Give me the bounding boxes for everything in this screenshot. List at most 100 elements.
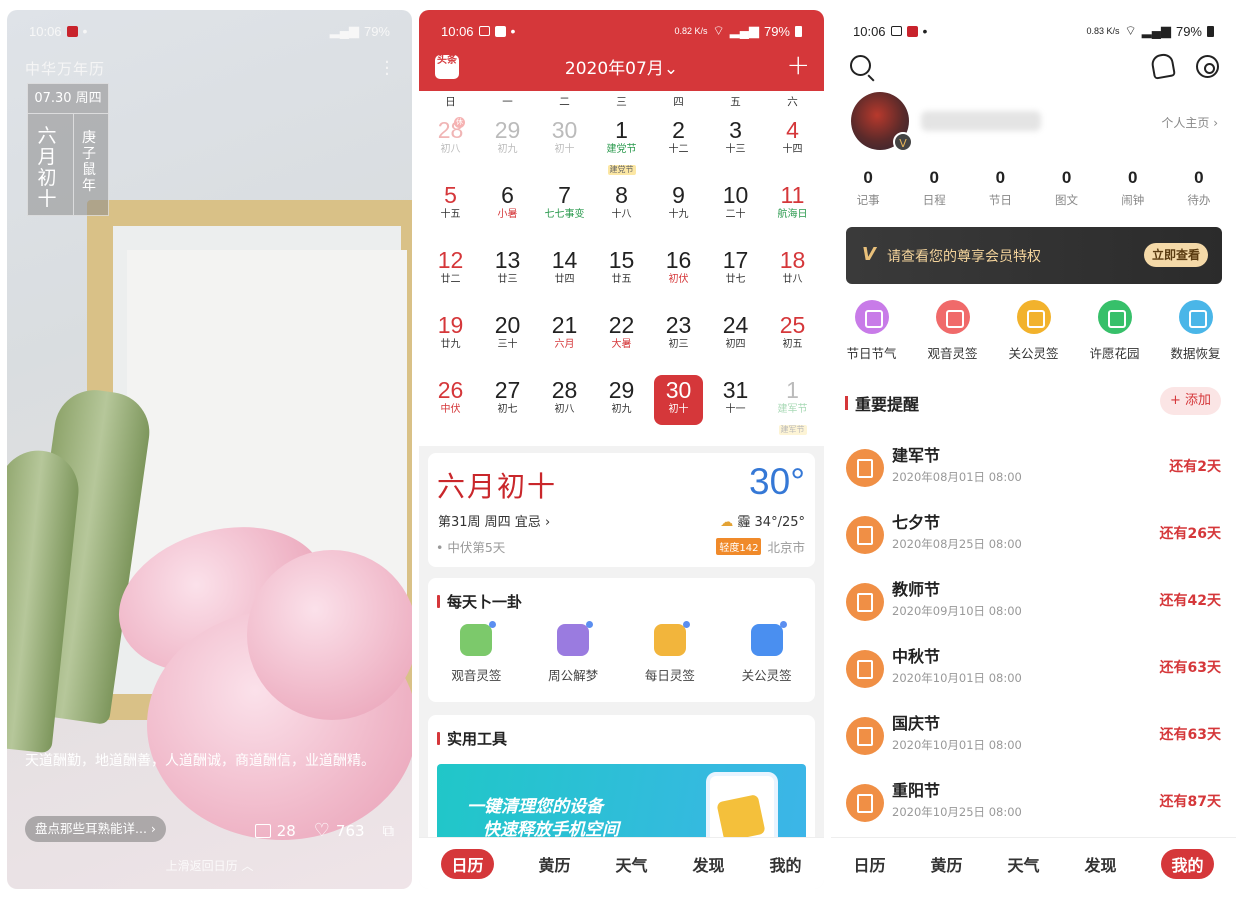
calendar-day[interactable]: 休 28 初八	[422, 113, 479, 178]
date-widget[interactable]: 07.30 周四 六月初十 庚子鼠年	[27, 83, 109, 216]
calendar-day[interactable]: 10 二十	[707, 178, 764, 243]
calendar-day[interactable]: 17 廿七	[707, 243, 764, 308]
calendar-day[interactable]: 25 初五	[764, 308, 821, 373]
notification-dot-icon: •	[82, 23, 88, 39]
calendar-day[interactable]: 28 初八	[536, 373, 593, 438]
comment-button[interactable]: 28	[254, 822, 296, 840]
week-line[interactable]: 第31周 周四 宜忌 ›	[438, 511, 550, 530]
city-name: 北京市	[767, 540, 805, 555]
reminder-name: 七夕节	[892, 513, 941, 532]
divination-item[interactable]: 关公灵签	[727, 621, 807, 684]
vip-view-button[interactable]: 立即查看	[1143, 243, 1208, 267]
divination-item[interactable]: 周公解梦	[533, 621, 613, 684]
profile-home-link[interactable]: 个人主页 ›	[1161, 114, 1218, 131]
tab-3[interactable]: 发现	[692, 852, 724, 876]
calendar-day[interactable]: 2 十二	[650, 113, 707, 178]
calendar-day[interactable]: 11 航海日	[764, 178, 821, 243]
reminder-item[interactable]: 教师节 2020年09月10日 08:00 还有42天	[831, 570, 1236, 637]
reminder-item[interactable]: 中秋节 2020年10月01日 08:00 还有63天	[831, 637, 1236, 704]
calendar-day[interactable]: 24 初四	[707, 308, 764, 373]
divination-item[interactable]: 观音灵签	[436, 621, 516, 684]
calendar-day[interactable]: 20 三十	[479, 308, 536, 373]
search-icon[interactable]	[850, 55, 871, 76]
feature-item[interactable]: 节日节气	[834, 300, 910, 362]
feature-label: 关公灵签	[1008, 346, 1059, 361]
calendar-day[interactable]: 30 初十	[650, 373, 707, 438]
tab-2[interactable]: 天气	[1007, 852, 1039, 876]
like-button[interactable]: ♡ 763	[314, 820, 365, 841]
more-menu-icon[interactable]: · · ·	[384, 54, 390, 84]
calendar-day[interactable]: 22 大暑	[593, 308, 650, 373]
tab-1[interactable]: 黄历	[538, 852, 570, 876]
calendar-day[interactable]: 8 十八	[593, 178, 650, 243]
tab-1[interactable]: 黄历	[930, 852, 962, 876]
calendar-day[interactable]: 16 初伏	[650, 243, 707, 308]
reminder-item[interactable]: 建军节 2020年08月01日 08:00 还有2天	[831, 436, 1236, 503]
calendar-day[interactable]: 31 十一	[707, 373, 764, 438]
feature-item[interactable]: 许愿花园	[1077, 300, 1153, 362]
calendar-day[interactable]: 5 十五	[422, 178, 479, 243]
calendar-day[interactable]: 30 初十	[536, 113, 593, 178]
festival-tag: 建军节	[764, 417, 821, 436]
tab-4[interactable]: 我的	[1161, 848, 1214, 879]
holiday-badge: 休	[454, 117, 465, 128]
add-reminder-button[interactable]: + 添加	[1159, 387, 1221, 415]
feature-item[interactable]: 关公灵签	[996, 300, 1072, 362]
calendar-day[interactable]: 23 初三	[650, 308, 707, 373]
vip-text: 请查看您的尊享会员特权	[887, 249, 1041, 265]
stat-item[interactable]: 0 记事	[838, 168, 898, 208]
calendar-day[interactable]: 9 十九	[650, 178, 707, 243]
aqi-badge: 轻度142	[716, 538, 762, 555]
tab-0[interactable]: 日历	[441, 848, 494, 879]
calendar-day[interactable]: 14 廿四	[536, 243, 593, 308]
calendar-day[interactable]: 3 十三	[707, 113, 764, 178]
calendar-day[interactable]: 4 十四	[764, 113, 821, 178]
reminder-name: 教师节	[892, 580, 941, 599]
month-selector[interactable]: 2020年07月⌄	[419, 54, 824, 79]
calendar-day[interactable]: 29 初九	[593, 373, 650, 438]
reminder-item[interactable]: 重阳节 2020年10月25日 08:00 还有87天	[831, 771, 1236, 838]
stat-item[interactable]: 0 节日	[970, 168, 1030, 208]
calendar-day[interactable]: 29 初九	[479, 113, 536, 178]
stat-item[interactable]: 0 图文	[1037, 168, 1097, 208]
stat-item[interactable]: 0 闹钟	[1103, 168, 1163, 208]
today-card[interactable]: 六月初十 30° 第31周 周四 宜忌 › ☁ 霾 34°/25° • 中伏第5…	[428, 453, 815, 567]
calendar-day[interactable]: 21 六月	[536, 308, 593, 373]
tab-3[interactable]: 发现	[1084, 852, 1116, 876]
calendar-day[interactable]: 1 建党节 建党节	[593, 113, 650, 178]
tab-2[interactable]: 天气	[615, 852, 647, 876]
calendar-day[interactable]: 19 廿九	[422, 308, 479, 373]
calendar-day[interactable]: 15 廿五	[593, 243, 650, 308]
weekday-row: 日一二三四五六	[419, 91, 824, 113]
calendar-day[interactable]: 18 廿八	[764, 243, 821, 308]
avatar[interactable]: V	[851, 92, 913, 152]
calendar-day[interactable]: 1 建军节 建军节	[764, 373, 821, 438]
stat-item[interactable]: 0 待办	[1169, 168, 1229, 208]
cleaner-banner[interactable]: 一键清理您的设备 快速释放手机空间	[437, 764, 806, 844]
vip-banner[interactable]: V 请查看您的尊享会员特权 立即查看	[846, 227, 1222, 284]
calendar-day[interactable]: 13 廿三	[479, 243, 536, 308]
calendar-day[interactable]: 12 廿二	[422, 243, 479, 308]
day-number: 21	[551, 312, 578, 338]
net-speed: 0.82 K/s	[674, 26, 708, 36]
reminder-item[interactable]: 国庆节 2020年10月01日 08:00 还有63天	[831, 704, 1236, 771]
swipe-up-hint[interactable]: 上滑返回日历 ︿	[7, 857, 412, 874]
calendar-day[interactable]: 7 七七事变	[536, 178, 593, 243]
reminder-item[interactable]: 七夕节 2020年08月25日 08:00 还有26天	[831, 503, 1236, 570]
feature-item[interactable]: 观音灵签	[915, 300, 991, 362]
settings-gear-icon[interactable]	[1196, 55, 1219, 78]
divination-item[interactable]: 每日灵签	[630, 621, 710, 684]
add-icon[interactable]: +	[787, 48, 810, 81]
calendar-day[interactable]: 6 小暑	[479, 178, 536, 243]
tab-0[interactable]: 日历	[853, 852, 885, 876]
feature-item[interactable]: 数据恢复	[1158, 300, 1234, 362]
tab-4[interactable]: 我的	[769, 852, 801, 876]
article-link-button[interactable]: 盘点那些耳熟能详... ›	[25, 816, 166, 842]
calendar-day[interactable]: 27 初七	[479, 373, 536, 438]
notification-bell-icon[interactable]	[1150, 52, 1176, 80]
lunar-day: 中伏	[440, 404, 461, 415]
share-button[interactable]: ⧉	[383, 821, 394, 841]
calendar-day[interactable]: 26 中伏	[422, 373, 479, 438]
stat-item[interactable]: 0 日程	[904, 168, 964, 208]
lunar-day: 七七事变	[544, 209, 585, 220]
